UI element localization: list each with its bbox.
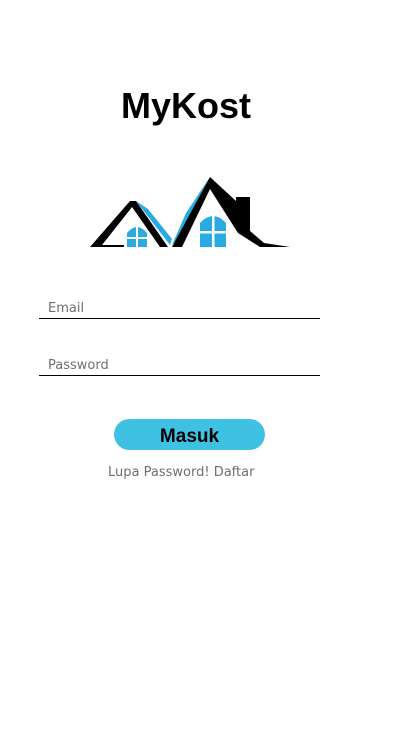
house-roof-logo-icon [90, 177, 290, 247]
password-field[interactable] [39, 355, 320, 376]
email-field[interactable] [39, 299, 320, 319]
app-title: MyKost [120, 85, 251, 126]
forgot-password-link[interactable]: Lupa Password! [108, 465, 210, 480]
auth-links: Lupa Password! Daftar [108, 465, 254, 480]
register-link[interactable]: Daftar [214, 465, 255, 480]
left-window-icon [127, 225, 147, 247]
login-button[interactable]: Masuk [114, 419, 265, 450]
